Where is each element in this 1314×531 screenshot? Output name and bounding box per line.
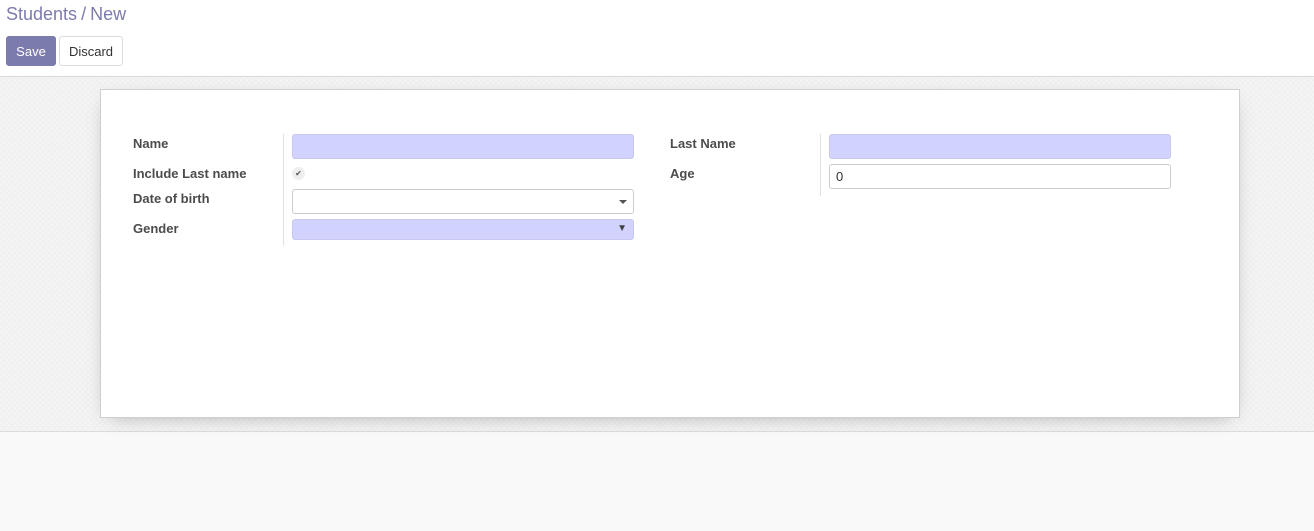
include-last-name-checkbox[interactable]: ✔	[292, 167, 305, 180]
discard-button[interactable]: Discard	[59, 36, 123, 66]
gender-select[interactable]: ▼	[292, 219, 634, 240]
breadcrumb-students-link[interactable]: Students	[6, 4, 77, 24]
last-name-input[interactable]	[829, 134, 1171, 159]
check-icon: ✔	[295, 169, 302, 178]
breadcrumb: Students / New	[6, 4, 126, 25]
chevron-down-icon	[619, 200, 627, 204]
name-label: Name	[133, 136, 169, 151]
age-input[interactable]: 0	[829, 164, 1171, 189]
form-view: Name Include Last name Date of birth Gen…	[0, 77, 1314, 432]
include-last-name-label: Include Last name	[133, 166, 247, 181]
control-panel: Students / New Save Discard	[0, 0, 1314, 77]
dropdown-arrow-icon: ▼	[617, 223, 627, 234]
breadcrumb-separator: /	[81, 4, 87, 24]
breadcrumb-current: New	[90, 4, 127, 24]
age-label: Age	[670, 166, 695, 181]
last-name-label: Last Name	[670, 136, 736, 151]
right-label-divider	[820, 134, 821, 196]
gender-label: Gender	[133, 221, 179, 236]
date-of-birth-input[interactable]	[292, 189, 634, 214]
form-sheet: Name Include Last name Date of birth Gen…	[100, 89, 1240, 418]
date-of-birth-label: Date of birth	[133, 191, 210, 206]
left-label-divider	[283, 134, 284, 246]
save-button[interactable]: Save	[6, 36, 56, 66]
name-input[interactable]	[292, 134, 634, 159]
